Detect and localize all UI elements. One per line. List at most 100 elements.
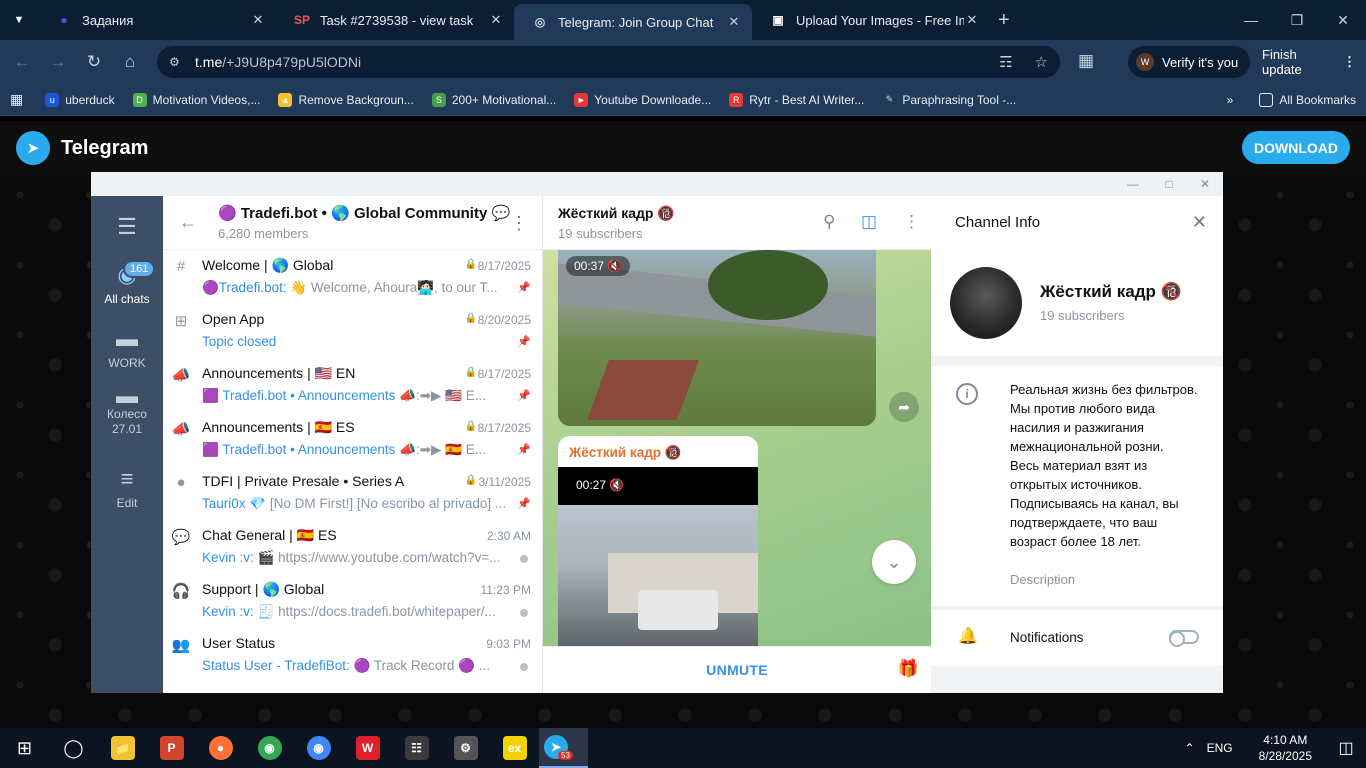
back-arrow-icon[interactable]: ← bbox=[4, 52, 40, 72]
app-minimize-icon[interactable]: — bbox=[1115, 177, 1151, 191]
download-button[interactable]: DOWNLOAD bbox=[1242, 131, 1350, 164]
address-bar[interactable]: ⚙ t.me/+J9U8p479pU5lODNi ☶ ☆ bbox=[157, 46, 1060, 78]
app-close-icon[interactable]: ✕ bbox=[1187, 177, 1223, 191]
notifications-toggle[interactable] bbox=[1169, 630, 1199, 647]
tab-close-icon[interactable]: ✕ bbox=[964, 12, 980, 28]
video-message[interactable]: 00:27 🔇 bbox=[558, 467, 758, 651]
video-message[interactable]: 00:37 🔇 bbox=[558, 250, 876, 426]
group-title[interactable]: 🟣 Tradefi.bot • 🌎 Global Community 💬 bbox=[218, 204, 510, 222]
firefox-icon[interactable]: ● bbox=[196, 728, 245, 768]
notification-center-icon[interactable]: ◫ bbox=[1326, 738, 1366, 758]
kebab-menu-icon[interactable]: ⋮ bbox=[1343, 54, 1356, 70]
clock[interactable]: 4:10 AM 8/28/2025 bbox=[1259, 732, 1312, 764]
bookmark-motivational[interactable]: S 200+ Motivational... bbox=[431, 92, 556, 107]
chrome-profile-icon[interactable]: ◉ bbox=[245, 728, 294, 768]
uberduck-icon: u bbox=[45, 92, 60, 107]
verify-profile-button[interactable]: W Verify it's you bbox=[1128, 46, 1251, 78]
close-window-icon[interactable]: ✕ bbox=[1320, 0, 1366, 40]
folder-edit[interactable]: ≡ Edit bbox=[91, 466, 163, 510]
tab-telegram[interactable]: ◎ Telegram: Join Group Chat ✕ bbox=[514, 4, 752, 40]
back-arrow-icon[interactable]: ← bbox=[179, 212, 207, 233]
search-circle-icon[interactable]: ◯ bbox=[49, 728, 98, 768]
topic-preview: 🟪 Tradefi.bot • Announcements 📣:➡▶ 🇪🇸 E.… bbox=[202, 442, 507, 458]
app-maximize-icon[interactable]: □ bbox=[1151, 177, 1187, 191]
notifications-label: Notifications bbox=[1010, 630, 1084, 645]
folder-koleso[interactable]: ▬ Колесо 27.01 bbox=[91, 385, 163, 437]
chrome-icon[interactable]: ◉ bbox=[294, 728, 343, 768]
telegram-icon[interactable]: ➤ 53 bbox=[539, 728, 588, 768]
apps-grid-icon[interactable]: ▦ bbox=[10, 91, 23, 108]
bookmarks-bar: ▦ u uberduck D Motivation Videos,... ▲ Remo… bbox=[0, 84, 1366, 116]
bookmark-paraphrasing[interactable]: ✎ Paraphrasing Tool -... bbox=[882, 93, 1017, 107]
notifications-row[interactable]: 🔔 Notifications bbox=[931, 610, 1223, 666]
folder-work[interactable]: ▬ WORK bbox=[91, 326, 163, 370]
tab-search-chevron-icon[interactable]: ▼ bbox=[0, 0, 38, 40]
finish-update-label: Finish update bbox=[1262, 47, 1302, 77]
group-header: ← 🟣 Tradefi.bot • 🌎 Global Community 💬 6… bbox=[163, 196, 542, 250]
search-icon[interactable]: ⚲ bbox=[823, 212, 835, 232]
wps-presentation-icon[interactable]: P bbox=[147, 728, 196, 768]
tray-chevron-up-icon[interactable]: ⌃ bbox=[1185, 741, 1195, 755]
finish-update-button[interactable]: Finish update ⋮ bbox=[1252, 46, 1366, 78]
topic-row[interactable]: ● TDFI | Private Presale • Series A 3/11/2… bbox=[163, 466, 542, 520]
bookmark-rytr[interactable]: R Rytr - Best AI Writer... bbox=[729, 92, 864, 107]
tab-upload-images[interactable]: ▣ Upload Your Images - Free Imag ✕ bbox=[752, 0, 990, 40]
folder-label: Edit bbox=[116, 496, 138, 510]
channel-title[interactable]: Жёсткий кадр 🔞 bbox=[558, 205, 675, 222]
file-explorer-icon[interactable]: 📁 bbox=[98, 728, 147, 768]
maximize-icon[interactable]: ❐ bbox=[1274, 0, 1320, 40]
translate-icon[interactable]: ☶ bbox=[999, 53, 1012, 71]
telegram-unread-badge: 53 bbox=[558, 750, 573, 760]
topic-row[interactable]: 🎧 Support | 🌎 Global 11:23 PM Kevin :v: 🧾 h… bbox=[163, 574, 542, 628]
preview-text: 🎬 https://www.youtube.com/watch?v=... bbox=[253, 550, 501, 565]
topic-row[interactable]: 📣 Announcements | 🇪🇸 ES 8/17/2025 🔒 🟪 Tradef… bbox=[163, 412, 542, 466]
gift-icon[interactable]: 🎁 bbox=[898, 659, 919, 679]
bookmarks-overflow-icon[interactable]: » bbox=[1227, 93, 1234, 107]
unmute-button[interactable]: UNMUTE bbox=[543, 662, 931, 678]
more-vertical-icon[interactable]: ⋮ bbox=[510, 213, 528, 234]
calculator-icon[interactable]: ☷ bbox=[392, 728, 441, 768]
topic-row[interactable]: 📣 Announcements | 🇺🇸 EN 8/17/2025 🔒 🟪 Tradef… bbox=[163, 358, 542, 412]
tab-task[interactable]: SP Task #2739538 - view task ✕ bbox=[276, 0, 514, 40]
more-vertical-icon[interactable]: ⋮ bbox=[903, 212, 920, 232]
all-bookmarks-button[interactable]: All Bookmarks bbox=[1259, 92, 1356, 107]
sidebar-toggle-icon[interactable]: ◫ bbox=[861, 212, 877, 232]
exness-icon[interactable]: ex bbox=[490, 728, 539, 768]
windows-start-icon[interactable]: ⊞ bbox=[0, 728, 49, 768]
forward-arrow-icon[interactable]: → bbox=[40, 52, 76, 72]
bookmark-remove-background[interactable]: ▲ Remove Backgroun... bbox=[278, 92, 414, 107]
verify-label: Verify it's you bbox=[1162, 54, 1239, 70]
zadaniya-favicon-icon: ● bbox=[60, 13, 68, 27]
preview-text: 💎 [No DM First!] [No escribo al privado]… bbox=[245, 496, 507, 511]
scroll-down-chevron-icon[interactable]: ⌄ bbox=[872, 540, 916, 584]
channel-avatar[interactable] bbox=[950, 267, 1022, 339]
bookmark-uberduck[interactable]: u uberduck bbox=[45, 92, 115, 107]
topic-row[interactable]: ⊞ Open App 8/20/2025 🔒 Topic closed 📌 bbox=[163, 304, 542, 358]
settings-icon[interactable]: ⚙ bbox=[441, 728, 490, 768]
folder-all-chats[interactable]: ◉ 161 All chats bbox=[91, 260, 163, 306]
topic-row[interactable]: 👥 User Status 9:03 PM Status User - Tradefi… bbox=[163, 628, 542, 682]
home-icon[interactable]: ⌂ bbox=[112, 52, 148, 72]
unmute-bar: UNMUTE 🎁 bbox=[543, 646, 931, 693]
tab-close-icon[interactable]: ✕ bbox=[726, 14, 742, 30]
bookmark-youtube-downloader[interactable]: ► Youtube Downloade... bbox=[574, 92, 711, 107]
minimize-icon[interactable]: — bbox=[1228, 0, 1274, 40]
hamburger-menu-icon[interactable]: ☰ bbox=[91, 214, 163, 244]
input-language[interactable]: ENG bbox=[1207, 741, 1233, 755]
folder-label: All chats bbox=[104, 292, 150, 306]
topic-row[interactable]: # Welcome | 🌎 Global 8/17/2025 🔒 🟣Tradefi.bo… bbox=[163, 250, 542, 304]
extensions-puzzle-icon[interactable]: ▦ bbox=[1078, 51, 1094, 71]
description-text: Реальная жизнь без фильтров. Мы против лю… bbox=[1010, 380, 1200, 551]
forward-icon[interactable]: ➦ bbox=[889, 392, 919, 422]
bookmark-motivation-videos[interactable]: D Motivation Videos,... bbox=[132, 92, 260, 107]
topic-row[interactable]: 💬 Chat General | 🇪🇸 ES 2:30 AM Kevin :v: 🎬 … bbox=[163, 520, 542, 574]
reload-icon[interactable]: ↻ bbox=[76, 52, 112, 72]
wps-office-icon[interactable]: W bbox=[343, 728, 392, 768]
tab-close-icon[interactable]: ✕ bbox=[488, 12, 504, 28]
bookmark-star-icon[interactable]: ☆ bbox=[1035, 53, 1048, 71]
site-info-icon[interactable]: ⚙ bbox=[169, 55, 187, 69]
tab-close-icon[interactable]: ✕ bbox=[250, 12, 266, 28]
close-icon[interactable]: ✕ bbox=[1192, 212, 1207, 233]
tab-zadaniya[interactable]: ● Задания ✕ bbox=[38, 0, 276, 40]
new-tab-plus-icon[interactable]: + bbox=[998, 9, 1010, 32]
